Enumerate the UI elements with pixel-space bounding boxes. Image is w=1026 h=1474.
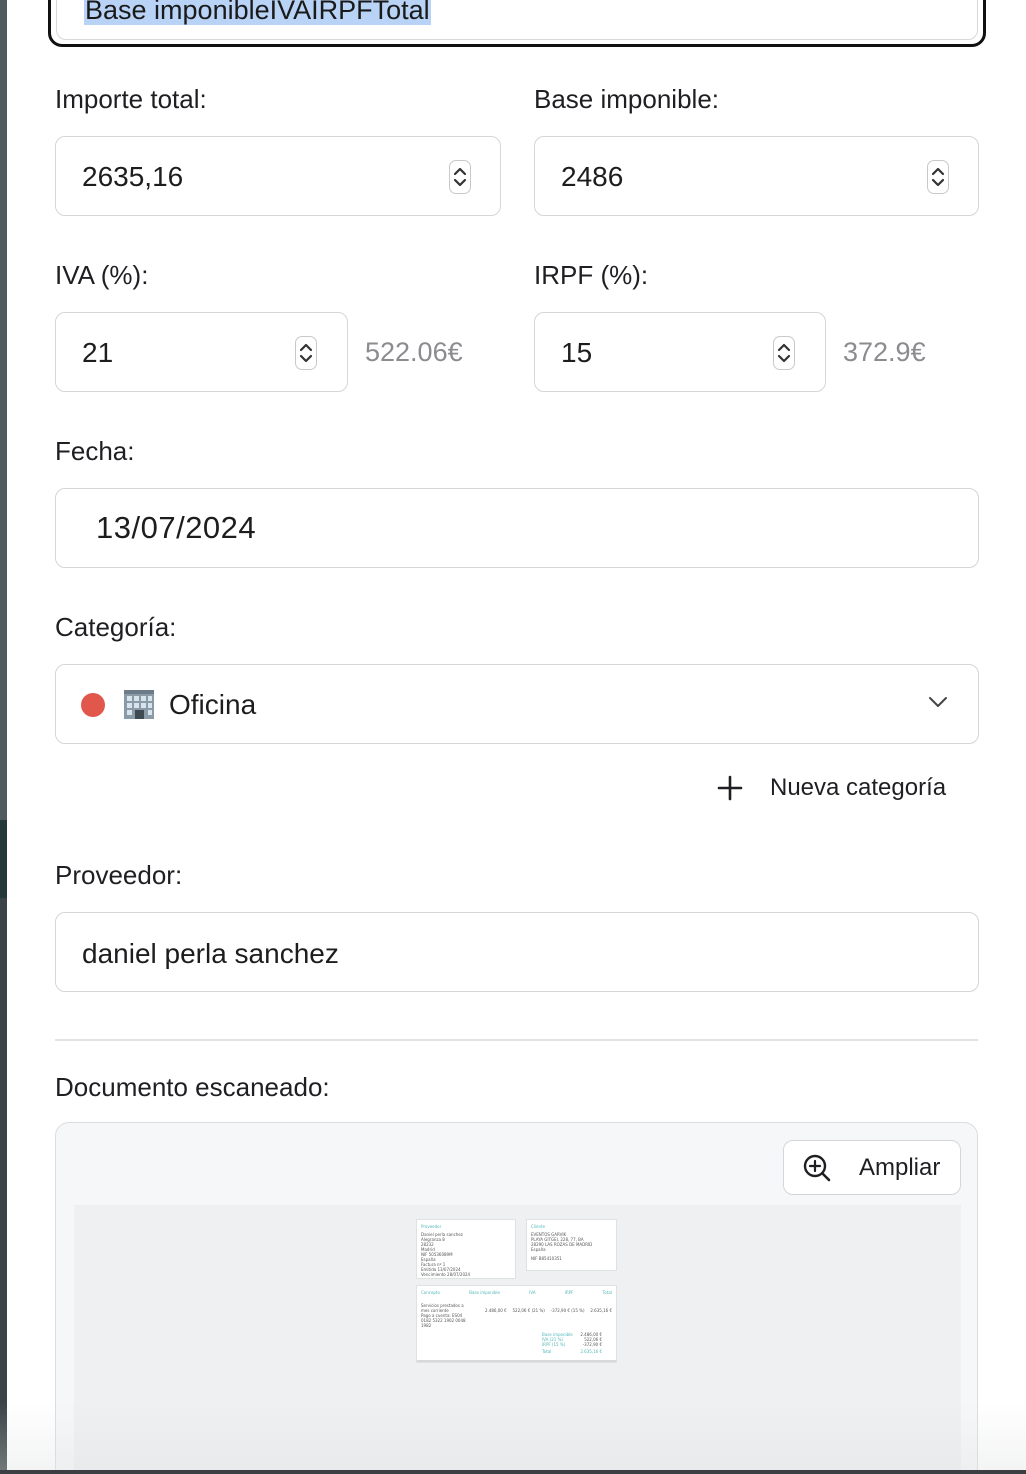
categoria-select[interactable]: Oficina (55, 664, 979, 744)
irpf-amount: 372.9€ (843, 337, 926, 367)
importe-total-value: 2635,16 (82, 161, 184, 192)
preview-provider-block: Proveedor Daniel perla sanchez Alegranza… (416, 1219, 516, 1279)
new-category-button[interactable]: Nueva categoría (717, 768, 946, 808)
expense-form: Base imponibleIVAIRPFTotal Importe total… (7, 0, 1026, 1474)
iva-label: IVA (%): (55, 260, 149, 290)
proveedor-label: Proveedor: (55, 860, 183, 890)
proveedor-value: daniel perla sanchez (82, 938, 339, 969)
categoria-label: Categoría: (55, 612, 177, 642)
zoom-button[interactable]: Ampliar (783, 1140, 961, 1195)
preview-client-block: Cliente EVENTOS GARVIK PLAYA GITGEI, 228… (526, 1219, 617, 1271)
scanned-document-panel: Proveedor Daniel perla sanchez Alegranza… (55, 1122, 978, 1474)
description-selected-text: Base imponibleIVAIRPFTotal (84, 0, 431, 25)
iva-stepper[interactable] (295, 336, 317, 370)
new-category-label: Nueva categoría (770, 774, 947, 801)
categoria-selected: Oficina (169, 689, 257, 720)
chevron-down-icon (929, 697, 947, 707)
base-imponible-stepper[interactable] (927, 160, 949, 194)
iva-input[interactable]: 21 (55, 312, 348, 392)
category-color-dot (81, 693, 105, 717)
importe-total-input[interactable]: 2635,16 (55, 136, 501, 216)
plus-icon (717, 775, 743, 801)
importe-total-stepper[interactable] (449, 160, 471, 194)
irpf-input[interactable]: 15 (534, 312, 826, 392)
base-imponible-value: 2486 (561, 161, 624, 192)
window-bottom-edge (0, 1470, 1026, 1474)
iva-value: 21 (82, 337, 114, 368)
base-imponible-label: Base imponible: (534, 84, 719, 114)
fecha-label: Fecha: (55, 436, 135, 466)
office-building-icon (122, 687, 156, 721)
section-divider (55, 1039, 978, 1041)
importe-total-label: Importe total: (55, 84, 207, 114)
iva-amount: 522.06€ (365, 337, 463, 367)
document-preview[interactable]: Proveedor Daniel perla sanchez Alegranza… (74, 1205, 961, 1474)
zoom-in-icon (803, 1154, 831, 1181)
irpf-value: 15 (561, 337, 593, 368)
preview-invoice-table: Concepto Base imponible IVA IRPF Total S… (416, 1285, 617, 1363)
proveedor-input[interactable]: daniel perla sanchez (55, 912, 979, 992)
documento-label: Documento escaneado: (55, 1072, 330, 1102)
base-imponible-input[interactable]: 2486 (534, 136, 979, 216)
window-edge (0, 0, 7, 1474)
zoom-button-label: Ampliar (859, 1153, 941, 1181)
irpf-stepper[interactable] (773, 336, 795, 370)
fecha-value: 13/07/2024 (96, 510, 257, 545)
description-field[interactable]: Base imponibleIVAIRPFTotal (48, 0, 986, 47)
irpf-label: IRPF (%): (534, 260, 649, 290)
fecha-input[interactable]: 13/07/2024 (55, 488, 979, 568)
